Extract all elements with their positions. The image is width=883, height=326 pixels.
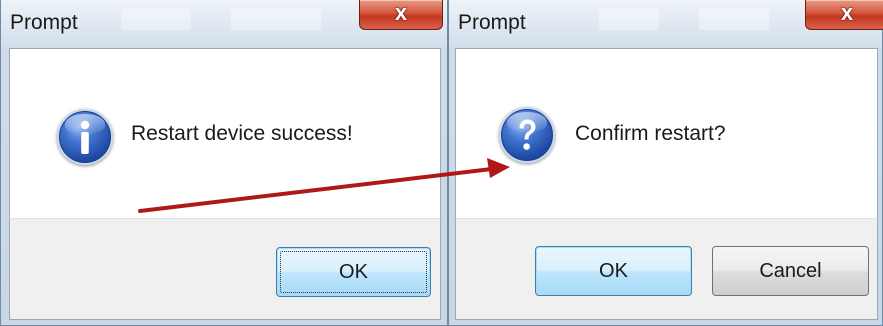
focus-indicator	[280, 251, 427, 293]
ok-button[interactable]: OK	[276, 247, 431, 297]
cancel-button[interactable]: Cancel	[712, 246, 869, 296]
screenshot-stage: Prompt x Restart device success! OK Prom…	[0, 0, 883, 326]
ok-button-label: OK	[599, 260, 628, 282]
dialog-content: Confirm restart?	[455, 48, 878, 218]
cancel-button-label: Cancel	[759, 260, 822, 282]
dialog-title: Prompt	[458, 11, 526, 34]
restart-success-dialog: Prompt x Restart device success! OK	[0, 0, 448, 326]
ok-button[interactable]: OK	[535, 246, 692, 296]
titlebar-background-artifact	[121, 8, 191, 30]
dialog-button-bar: OK Cancel	[455, 218, 878, 320]
dialog-message: Confirm restart?	[575, 122, 726, 145]
confirm-restart-dialog: Prompt x Confirm restart? OK Cancel	[448, 0, 883, 326]
titlebar-background-artifact	[699, 8, 769, 30]
dialog-title: Prompt	[10, 11, 78, 34]
dialog-titlebar[interactable]: Prompt x	[449, 0, 883, 46]
close-button[interactable]: x	[359, 0, 443, 30]
titlebar-background-artifact	[231, 8, 321, 30]
question-icon	[499, 107, 555, 163]
close-button[interactable]: x	[805, 0, 883, 30]
dialog-content: Restart device success!	[9, 48, 441, 218]
info-icon	[57, 109, 113, 165]
titlebar-background-artifact	[599, 8, 659, 30]
dialog-button-bar: OK	[9, 218, 441, 320]
dialog-message: Restart device success!	[131, 122, 353, 145]
dialog-titlebar[interactable]: Prompt x	[1, 0, 447, 46]
